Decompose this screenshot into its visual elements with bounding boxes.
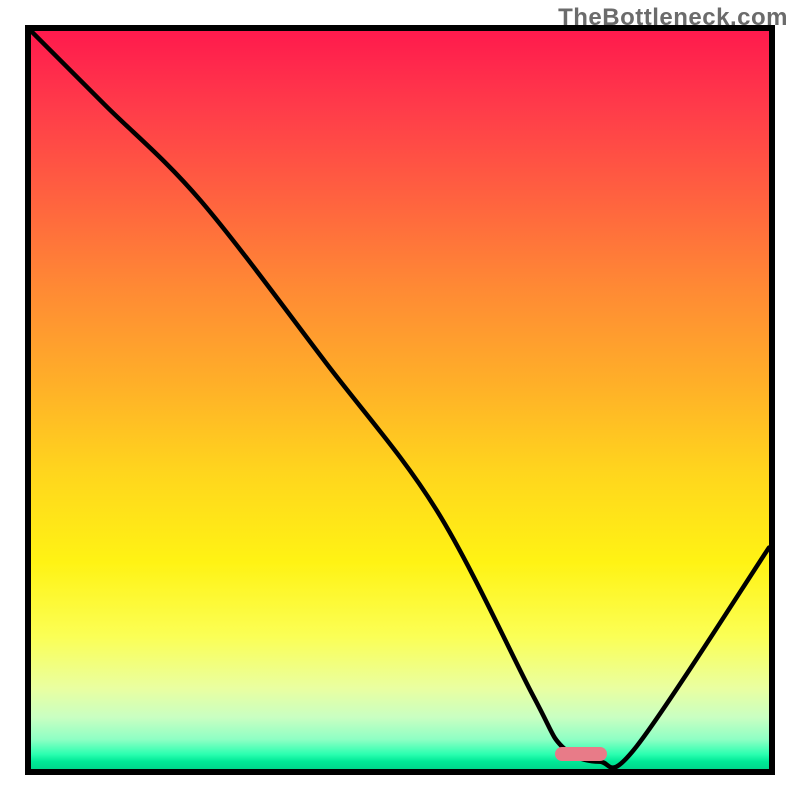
heat-gradient: [31, 31, 769, 769]
canvas: TheBottleneck.com: [0, 0, 800, 800]
watermark-text: TheBottleneck.com: [558, 4, 788, 32]
chart-frame: [25, 25, 775, 775]
plot-area: [31, 31, 769, 769]
